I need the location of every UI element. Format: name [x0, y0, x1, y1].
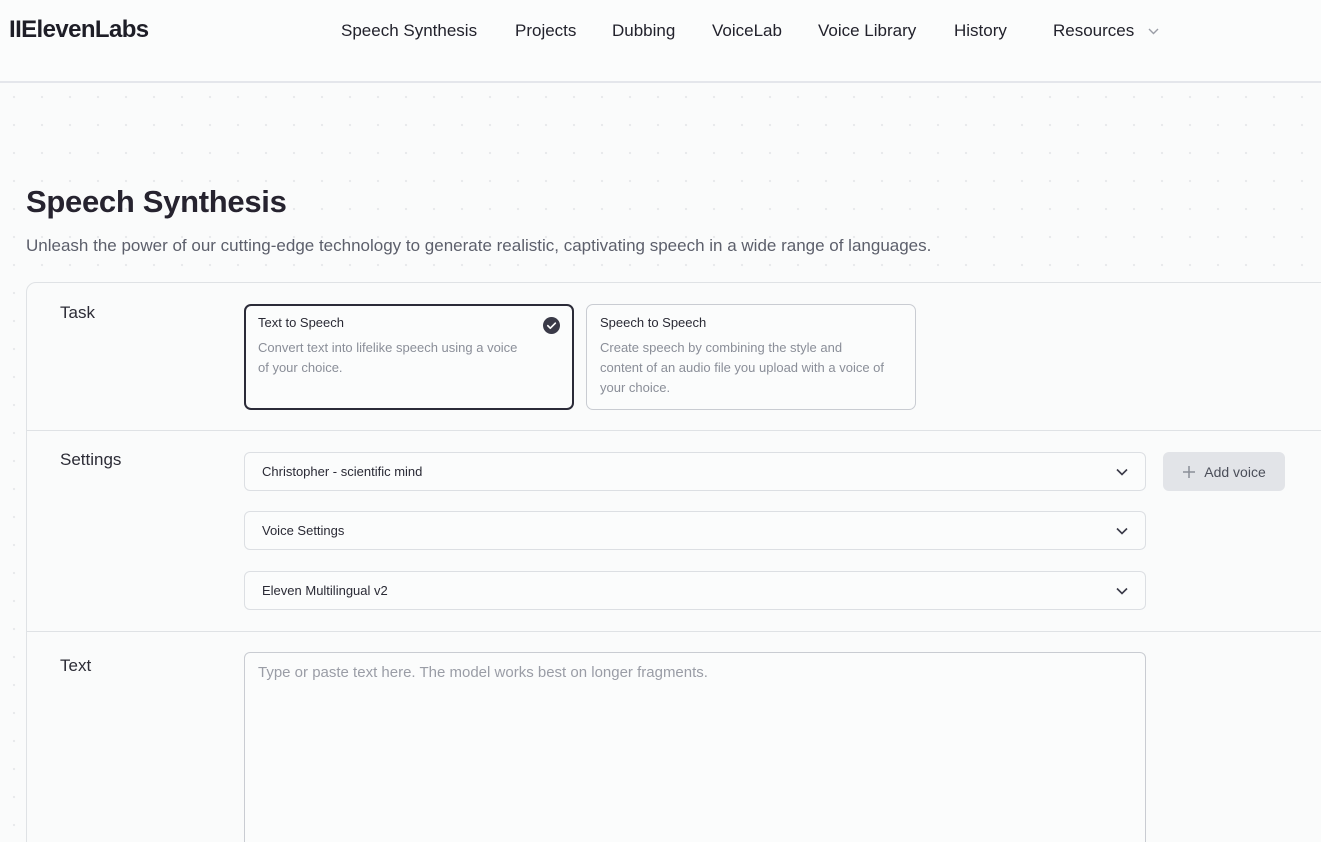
- nav-dubbing[interactable]: Dubbing: [612, 21, 675, 41]
- page-subtitle: Unleash the power of our cutting-edge te…: [26, 236, 932, 255]
- task-option-text-to-speech[interactable]: Text to Speech Convert text into lifelik…: [244, 304, 574, 410]
- model-select[interactable]: Eleven Multilingual v2: [244, 571, 1146, 610]
- task-option-title: Speech to Speech: [600, 315, 707, 330]
- nav-resources-label: Resources: [1053, 21, 1135, 40]
- chevron-down-icon: [1116, 468, 1128, 476]
- check-circle-icon: [543, 317, 560, 334]
- nav-projects[interactable]: Projects: [515, 21, 576, 41]
- settings-label: Settings: [60, 450, 122, 469]
- task-label: Task: [60, 303, 95, 322]
- chevron-down-icon: [1116, 527, 1128, 535]
- voice-settings-value: Voice Settings: [262, 523, 345, 538]
- task-option-description: Convert text into lifelike speech using …: [258, 340, 518, 375]
- task-option-speech-to-speech[interactable]: Speech to Speech Create speech by combin…: [586, 304, 916, 410]
- model-select-value: Eleven Multilingual v2: [262, 583, 388, 598]
- task-option-title: Text to Speech: [258, 315, 344, 330]
- page-title: Speech Synthesis: [26, 184, 287, 219]
- voice-select-value: Christopher - scientific mind: [262, 464, 423, 479]
- plus-icon: [1183, 465, 1196, 478]
- nav-history[interactable]: History: [954, 21, 1007, 41]
- section-divider: [27, 631, 1321, 632]
- add-voice-label: Add voice: [1204, 463, 1266, 480]
- nav-voice-library[interactable]: Voice Library: [818, 21, 916, 41]
- text-label: Text: [60, 656, 92, 675]
- synthesis-panel: Task Text to Speech Convert text into li…: [26, 282, 1321, 842]
- add-voice-button[interactable]: Add voice: [1163, 452, 1285, 491]
- text-input[interactable]: [244, 652, 1146, 842]
- chevron-down-icon: [1116, 587, 1128, 595]
- section-divider: [27, 430, 1321, 431]
- brand-logo[interactable]: IIElevenLabs: [9, 16, 149, 44]
- voice-settings-select[interactable]: Voice Settings: [244, 511, 1146, 550]
- task-option-description: Create speech by combining the style and…: [600, 340, 885, 395]
- chevron-down-icon: [1148, 28, 1159, 35]
- voice-select[interactable]: Christopher - scientific mind: [244, 452, 1146, 491]
- nav-voicelab[interactable]: VoiceLab: [712, 21, 782, 41]
- nav-resources[interactable]: Resources: [1053, 21, 1159, 41]
- top-header: IIElevenLabs Speech Synthesis Projects D…: [0, 0, 1321, 83]
- nav-speech-synthesis[interactable]: Speech Synthesis: [341, 21, 477, 41]
